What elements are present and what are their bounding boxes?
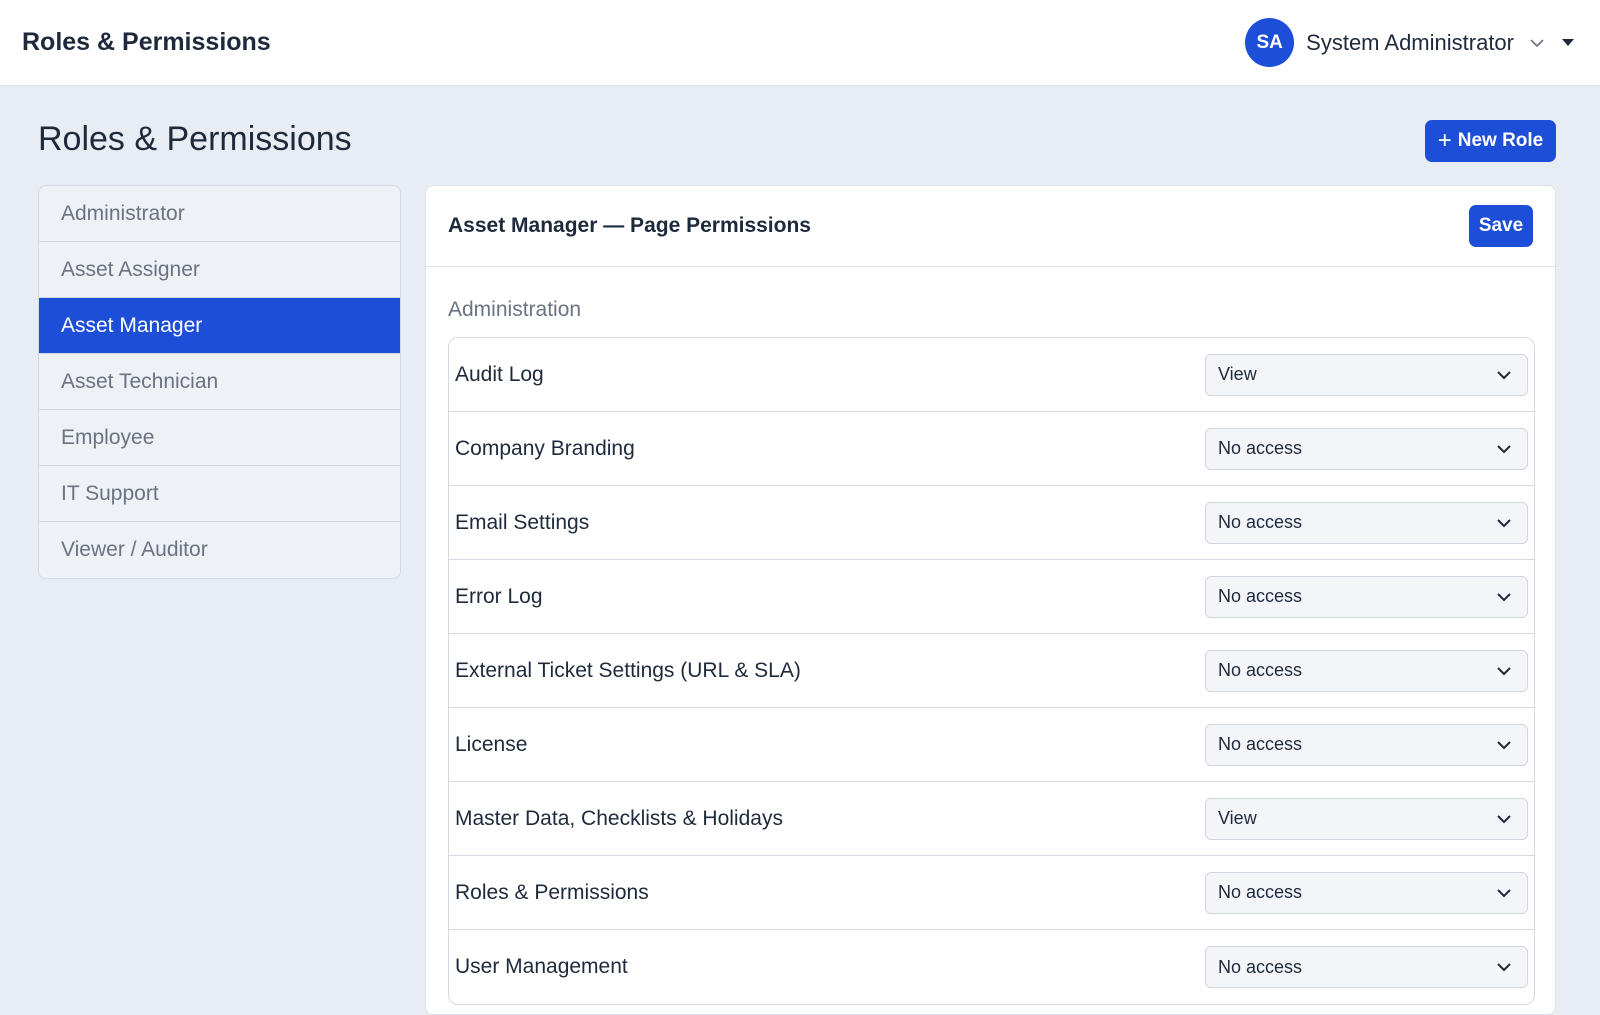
app-title: Roles & Permissions bbox=[22, 28, 271, 56]
access-select-roles-permissions[interactable]: No access bbox=[1205, 871, 1528, 914]
permission-name: License bbox=[455, 732, 528, 756]
chevron-down-icon bbox=[1497, 963, 1511, 972]
access-value: View bbox=[1218, 808, 1257, 828]
permission-row-error-log: Error Log No access bbox=[449, 560, 1534, 634]
permission-row-master-data: Master Data, Checklists & Holidays View bbox=[449, 782, 1534, 856]
access-value: View bbox=[1218, 364, 1257, 384]
plus-icon: + bbox=[1437, 127, 1452, 154]
permission-name: External Ticket Settings (URL & SLA) bbox=[455, 658, 801, 682]
permission-row-license: License No access bbox=[449, 708, 1534, 782]
permission-row-audit-log: Audit Log View bbox=[449, 338, 1534, 412]
access-select-license[interactable]: No access bbox=[1205, 723, 1528, 766]
permission-name: Error Log bbox=[455, 584, 543, 608]
access-select-company-branding[interactable]: No access bbox=[1205, 427, 1528, 470]
permission-name: Audit Log bbox=[455, 362, 544, 386]
access-select-email-settings[interactable]: No access bbox=[1205, 501, 1528, 544]
role-item-viewer-auditor[interactable]: Viewer / Auditor bbox=[39, 522, 400, 578]
access-value: No access bbox=[1218, 512, 1303, 532]
permission-row-email-settings: Email Settings No access bbox=[449, 486, 1534, 560]
permission-name: Roles & Permissions bbox=[455, 880, 649, 904]
access-select-error-log[interactable]: No access bbox=[1205, 575, 1528, 618]
role-list: Administrator Asset Assigner Asset Manag… bbox=[38, 185, 401, 579]
permission-name: Company Branding bbox=[455, 436, 635, 460]
top-bar: Roles & Permissions SA System Administra… bbox=[0, 0, 1600, 86]
role-item-it-support[interactable]: IT Support bbox=[39, 466, 400, 522]
avatar: SA bbox=[1245, 18, 1295, 67]
chevron-down-icon bbox=[1497, 592, 1511, 601]
access-value: No access bbox=[1218, 956, 1303, 977]
permissions-panel: Asset Manager — Page Permissions Save Ad… bbox=[425, 185, 1556, 1015]
access-value: No access bbox=[1218, 734, 1303, 754]
chevron-down-icon bbox=[1530, 38, 1544, 47]
permission-name: User Management bbox=[455, 955, 628, 978]
chevron-down-icon bbox=[1497, 740, 1511, 749]
role-item-asset-technician[interactable]: Asset Technician bbox=[39, 354, 400, 410]
access-value: No access bbox=[1218, 438, 1303, 458]
access-value: No access bbox=[1218, 882, 1303, 902]
permission-row-external-ticket-settings: External Ticket Settings (URL & SLA) No … bbox=[449, 634, 1534, 708]
role-item-administrator[interactable]: Administrator bbox=[39, 186, 400, 242]
chevron-down-icon bbox=[1497, 888, 1511, 897]
chevron-down-icon bbox=[1497, 666, 1511, 675]
panel-header: Asset Manager — Page Permissions Save bbox=[426, 186, 1555, 267]
user-menu[interactable]: SA System Administrator bbox=[1245, 18, 1574, 67]
permission-name: Email Settings bbox=[455, 510, 590, 534]
new-role-button[interactable]: + New Role bbox=[1425, 120, 1556, 162]
access-value: No access bbox=[1218, 660, 1303, 680]
role-item-asset-manager[interactable]: Asset Manager bbox=[39, 298, 400, 354]
chevron-down-icon bbox=[1497, 814, 1511, 823]
permission-name: Master Data, Checklists & Holidays bbox=[455, 806, 783, 830]
role-item-asset-assigner[interactable]: Asset Assigner bbox=[39, 242, 400, 298]
section-title: Administration bbox=[448, 298, 582, 321]
permission-row-user-management: User Management No access bbox=[449, 930, 1534, 1004]
access-select-external-ticket-settings[interactable]: No access bbox=[1205, 649, 1528, 692]
page-title: Roles & Permissions bbox=[38, 120, 352, 158]
chevron-down-icon bbox=[1497, 518, 1511, 527]
permission-row-company-branding: Company Branding No access bbox=[449, 412, 1534, 486]
caret-down-icon bbox=[1562, 39, 1574, 46]
permission-row-roles-permissions: Roles & Permissions No access bbox=[449, 856, 1534, 930]
panel-title: Asset Manager — Page Permissions bbox=[448, 214, 811, 237]
chevron-down-icon bbox=[1497, 370, 1511, 379]
access-select-user-management[interactable]: No access bbox=[1205, 946, 1528, 988]
user-name: System Administrator bbox=[1306, 29, 1514, 55]
chevron-down-icon bbox=[1497, 444, 1511, 453]
save-button[interactable]: Save bbox=[1469, 205, 1533, 247]
access-select-audit-log[interactable]: View bbox=[1205, 353, 1528, 396]
access-select-master-data[interactable]: View bbox=[1205, 797, 1528, 840]
permissions-table: Audit Log View Company Branding No acces… bbox=[448, 337, 1535, 1005]
role-item-employee[interactable]: Employee bbox=[39, 410, 400, 466]
access-value: No access bbox=[1218, 586, 1303, 606]
new-role-label: New Role bbox=[1457, 130, 1544, 151]
